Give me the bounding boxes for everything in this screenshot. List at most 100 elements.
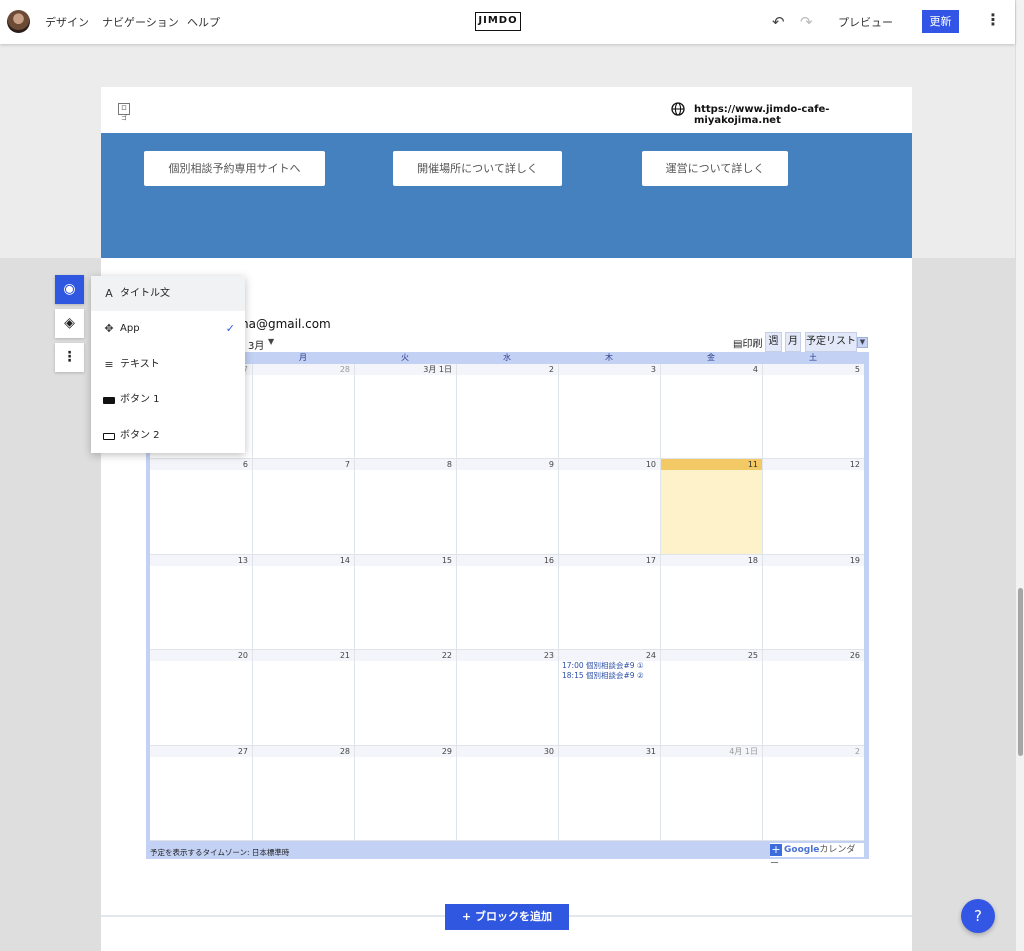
day-cell[interactable]: 30 (456, 745, 558, 841)
day-cell[interactable]: 18 (660, 554, 762, 651)
day-cell[interactable]: 3月 1日 (354, 364, 456, 460)
calendar-footer: 予定を表示するタイムゾーン: 日本標準時 + Googleカレンダー (150, 841, 864, 869)
day-number: 31 (559, 745, 660, 757)
day-cell[interactable]: 29 (354, 745, 456, 841)
operator-info-button[interactable]: 運営について詳しく (642, 151, 788, 186)
day-cell[interactable]: 7 (252, 459, 354, 555)
week-row: 13 14 15 16 17 18 19 (150, 554, 864, 651)
site-logo-icon[interactable]: ロゴ (118, 103, 130, 122)
more-options-icon[interactable]: ⋮ (55, 343, 84, 372)
day-cell[interactable]: 19 (762, 554, 864, 651)
day-number: 23 (457, 650, 558, 662)
weekday-header: 日 月 火 水 木 金 土 (150, 352, 864, 364)
menu-item-label: App (120, 323, 140, 334)
more-menu-icon[interactable]: ⋮ (985, 10, 1001, 29)
day-cell[interactable]: 4 (660, 364, 762, 460)
menu-item-app[interactable]: ✥ App ✓ (91, 311, 245, 346)
style-brush-icon[interactable]: ◈ (55, 309, 84, 338)
day-number: 7 (253, 459, 354, 471)
day-cell[interactable]: 2 (456, 364, 558, 460)
day-number: 2 (457, 364, 558, 375)
month-view-button[interactable]: 月 (785, 332, 801, 352)
day-cell[interactable]: 4月 1日 (660, 745, 762, 841)
undo-icon[interactable]: ↶ (772, 13, 785, 31)
weekday-label: 月 (299, 353, 307, 362)
day-cell[interactable]: 13 (150, 554, 252, 651)
menu-item-label: タイトル文 (120, 288, 170, 299)
globe-icon (671, 102, 685, 116)
day-cell[interactable]: 31 (558, 745, 660, 841)
print-label: 印刷 (742, 339, 763, 350)
day-cell[interactable]: 17 (558, 554, 660, 651)
add-block-button[interactable]: + ブロックを追加 (445, 904, 569, 930)
day-cell[interactable]: 20 (150, 650, 252, 746)
calendar-event[interactable]: 17:00 個別相談会#9 ① (559, 661, 660, 671)
day-cell-today[interactable]: 11 (660, 459, 762, 555)
day-cell[interactable]: 25 (660, 650, 762, 746)
redo-icon[interactable]: ↷ (800, 13, 813, 31)
day-cell[interactable]: 21 (252, 650, 354, 746)
day-cell[interactable]: 24 17:00 個別相談会#9 ① 18:15 個別相談会#9 ② (558, 650, 660, 746)
calendar-event[interactable]: 18:15 個別相談会#9 ② (559, 671, 660, 681)
month-selector[interactable]: 3月 (248, 337, 264, 352)
day-cell[interactable]: 5 (762, 364, 864, 460)
nav-navigation[interactable]: ナビゲーション (102, 14, 179, 30)
day-cell[interactable]: 26 (762, 650, 864, 746)
consultation-booking-button[interactable]: 個別相談予約専用サイトへ (144, 151, 325, 186)
update-button[interactable]: 更新 (922, 10, 959, 33)
day-cell[interactable]: 14 (252, 554, 354, 651)
nav-design[interactable]: デザイン (45, 14, 89, 30)
week-view-button[interactable]: 週 (765, 332, 782, 352)
help-button[interactable]: ? (961, 899, 995, 933)
preview-button[interactable]: プレビュー (838, 14, 893, 30)
filled-button-icon (102, 382, 116, 417)
day-number: 4 (661, 364, 762, 375)
day-number: 3月 1日 (355, 364, 456, 375)
weekday-label: 金 (707, 353, 715, 362)
chevron-down-icon[interactable]: ▼ (268, 337, 274, 346)
weekday-label: 木 (605, 353, 613, 362)
site-url[interactable]: https://www.jimdo-cafe-miyakojima.net (694, 104, 912, 126)
avatar[interactable] (7, 10, 30, 33)
menu-item-button-2[interactable]: ボタン 2 (91, 418, 245, 453)
calendar-owner-email: na@gmail.com (241, 317, 331, 331)
scrollbar[interactable] (1015, 0, 1024, 951)
day-cell[interactable]: 3 (558, 364, 660, 460)
venue-info-button[interactable]: 開催場所について詳しく (393, 151, 562, 186)
day-number: 13 (150, 554, 252, 566)
day-cell[interactable]: 28 (252, 364, 354, 460)
timezone-note: 予定を表示するタイムゾーン: 日本標準時 (150, 848, 290, 857)
day-number: 25 (661, 650, 762, 662)
day-cell[interactable]: 23 (456, 650, 558, 746)
week-row: 27 28 29 30 31 4月 1日 2 (150, 745, 864, 841)
day-cell[interactable]: 9 (456, 459, 558, 555)
day-number: 21 (253, 650, 354, 662)
dropdown-arrow-icon[interactable]: ▼ (857, 337, 868, 348)
day-number: 17 (559, 554, 660, 566)
print-button[interactable]: ▤印刷 (733, 335, 762, 350)
agenda-view-button[interactable]: 予定リスト (805, 332, 857, 352)
day-cell[interactable]: 27 (150, 745, 252, 841)
menu-item-title[interactable]: A タイトル文 (91, 276, 245, 311)
day-cell[interactable]: 15 (354, 554, 456, 651)
day-number: 28 (253, 364, 354, 375)
day-cell[interactable]: 28 (252, 745, 354, 841)
nav-help[interactable]: ヘルプ (187, 14, 220, 30)
day-cell[interactable]: 12 (762, 459, 864, 555)
day-number: 20 (150, 650, 252, 662)
day-cell[interactable]: 2 (762, 745, 864, 841)
menu-item-label: テキスト (120, 359, 160, 370)
menu-item-button-1[interactable]: ボタン 1 (91, 382, 245, 417)
google-calendar-embed: 日 月 火 水 木 金 土 27283月 1日23456789101112131… (146, 352, 869, 869)
day-number: 5 (763, 364, 864, 375)
day-cell[interactable]: 22 (354, 650, 456, 746)
day-cell[interactable]: 6 (150, 459, 252, 555)
menu-item-text[interactable]: ≡ テキスト (91, 347, 245, 382)
scrollbar-thumb[interactable] (1018, 588, 1023, 756)
visibility-icon[interactable]: ◉ (55, 275, 84, 304)
day-cell[interactable]: 10 (558, 459, 660, 555)
day-cell[interactable]: 16 (456, 554, 558, 651)
week-row: 6 7 8 9 10 11 12 (150, 459, 864, 555)
day-cell[interactable]: 8 (354, 459, 456, 555)
google-calendar-badge[interactable]: + Googleカレンダー (770, 843, 864, 869)
